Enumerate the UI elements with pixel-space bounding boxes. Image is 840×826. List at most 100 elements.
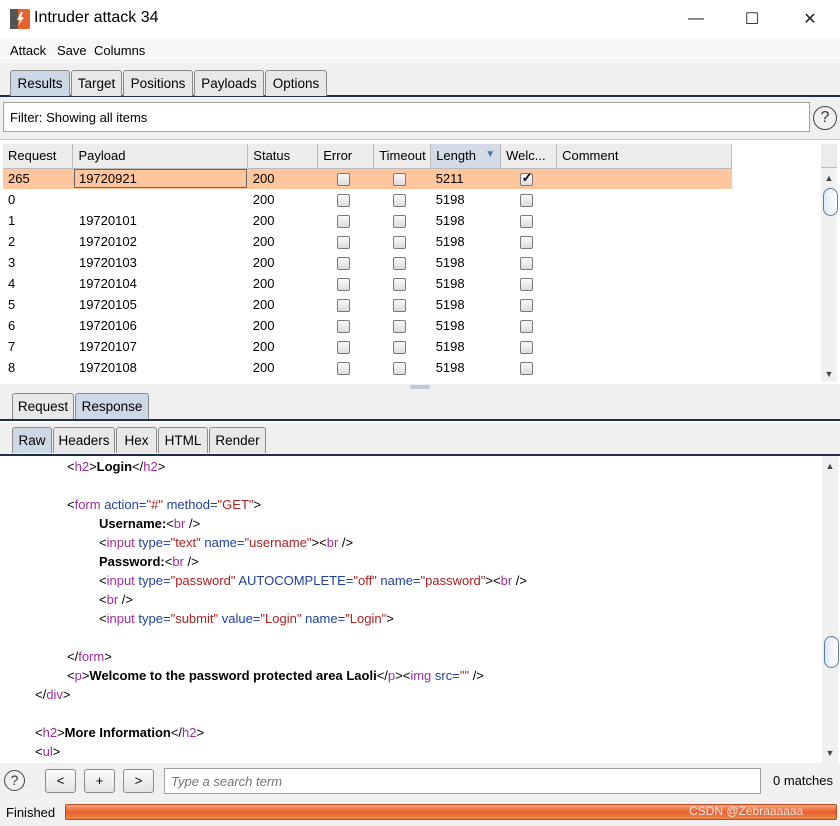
filter-bar[interactable]: Filter: Showing all items (3, 102, 810, 132)
scroll-down-arrow-icon[interactable]: ▼ (821, 366, 837, 382)
table-row[interactable]: 6 19720106 200 5198 (3, 315, 732, 336)
tab-html[interactable]: HTML (158, 427, 208, 453)
checkbox-icon[interactable] (336, 215, 350, 229)
minimize-button[interactable]: — (667, 0, 725, 38)
table-scrollbar[interactable]: ▲ ▼ (821, 144, 838, 382)
next-match-button[interactable]: > (123, 769, 154, 793)
menu-save[interactable]: Save (57, 43, 87, 58)
checkbox-icon[interactable] (336, 341, 350, 355)
column-header-payload[interactable]: Payload (72, 144, 249, 169)
tab-positions[interactable]: Positions (123, 70, 193, 96)
checkbox-icon[interactable] (392, 257, 406, 271)
splitter-grip-icon[interactable] (410, 385, 430, 389)
tab-results[interactable]: Results (10, 70, 70, 96)
maximize-button[interactable]: ☐ (723, 0, 781, 38)
menu-attack[interactable]: Attack (10, 43, 46, 58)
table-row[interactable]: 3 19720103 200 5198 (3, 252, 732, 273)
checkbox-icon[interactable] (392, 215, 406, 229)
checkbox-icon[interactable] (519, 215, 533, 229)
help-icon[interactable]: ? (4, 770, 25, 791)
cell-error (317, 168, 374, 189)
cell-length: 5198 (435, 297, 465, 312)
match-count: 0 matches (773, 773, 833, 788)
checkbox-icon[interactable] (336, 173, 350, 187)
search-input[interactable] (164, 768, 761, 794)
tab-render[interactable]: Render (209, 427, 266, 453)
results-table: Request Payload Status Error Timeout Len… (3, 144, 732, 378)
checkbox-icon[interactable] (519, 257, 533, 271)
checkbox-icon[interactable] (336, 194, 350, 208)
checkbox-icon[interactable] (392, 194, 406, 208)
table-row[interactable]: 0 200 5198 (3, 189, 732, 210)
checkbox-icon[interactable] (392, 299, 406, 313)
tab-headers[interactable]: Headers (53, 427, 115, 453)
checkbox-icon[interactable] (392, 278, 406, 292)
tab-options[interactable]: Options (265, 70, 327, 96)
checkbox-icon[interactable] (336, 236, 350, 250)
checkbox-icon[interactable] (519, 320, 533, 334)
checkbox-icon[interactable] (336, 362, 350, 376)
checkbox-icon[interactable] (519, 341, 533, 355)
checkbox-icon[interactable] (519, 362, 533, 376)
tab-response[interactable]: Response (75, 393, 149, 419)
cell-comment (557, 231, 732, 252)
checkbox-icon[interactable] (519, 170, 533, 187)
scroll-up-arrow-icon[interactable]: ▲ (822, 458, 838, 474)
close-button[interactable]: ✕ (781, 0, 839, 38)
table-row[interactable]: 8 19720108 200 5198 (3, 357, 732, 378)
previous-match-button[interactable]: < (45, 769, 76, 793)
tab-target[interactable]: Target (71, 70, 122, 96)
tab-hex[interactable]: Hex (116, 427, 157, 453)
table-row[interactable]: 4 19720104 200 5198 (3, 273, 732, 294)
checkbox-icon[interactable] (392, 320, 406, 334)
cell-timeout (374, 189, 431, 210)
scroll-down-arrow-icon[interactable]: ▼ (822, 745, 838, 761)
response-raw-editor[interactable]: <h2>Login</h2> <form action="#" method="… (0, 456, 840, 763)
checkbox-icon[interactable] (519, 278, 533, 292)
checkbox-icon[interactable] (392, 236, 406, 250)
column-header-comment[interactable]: Comment (556, 144, 732, 169)
search-bar: ? < + > 0 matches (0, 763, 840, 799)
cell-length: 5198 (435, 318, 465, 333)
table-scroll-thumb[interactable] (823, 188, 838, 216)
table-row[interactable]: 265 19720921 200 5211 (3, 168, 732, 189)
help-icon[interactable]: ? (813, 106, 837, 130)
pane-splitter[interactable] (0, 384, 840, 392)
checkbox-icon[interactable] (392, 362, 406, 376)
column-header-timeout[interactable]: Timeout (373, 144, 432, 169)
checkbox-icon[interactable] (336, 257, 350, 271)
cell-payload: 19720104 (78, 276, 137, 291)
code-scrollbar[interactable]: ▲ ▼ (822, 456, 839, 763)
checkbox-icon[interactable] (336, 320, 350, 334)
table-row[interactable]: 1 19720101 200 5198 (3, 210, 732, 231)
column-header-error[interactable]: Error (317, 144, 375, 169)
cell-payload (73, 189, 248, 210)
checkbox-icon[interactable] (336, 299, 350, 313)
column-header-status[interactable]: Status (247, 144, 319, 169)
menu-columns[interactable]: Columns (94, 43, 145, 58)
checkbox-icon[interactable] (336, 278, 350, 292)
checkbox-icon[interactable] (519, 194, 533, 208)
checkbox-icon[interactable] (392, 341, 406, 355)
checkbox-icon[interactable] (519, 236, 533, 250)
scroll-up-arrow-icon[interactable]: ▲ (821, 170, 837, 186)
table-row[interactable]: 5 19720105 200 5198 (3, 294, 732, 315)
column-header-length[interactable]: Length ▼ (430, 144, 502, 169)
code-line: Password:<br /> (99, 554, 199, 569)
code-scroll-thumb[interactable] (824, 636, 839, 668)
add-search-button[interactable]: + (84, 769, 115, 793)
main-tabs: Results Target Positions Payloads Option… (0, 63, 840, 97)
cell-comment (557, 315, 732, 336)
cell-status: 200 (252, 297, 275, 312)
cell-timeout (373, 168, 431, 189)
column-header-welcome[interactable]: Welc... (500, 144, 558, 169)
table-row[interactable]: 2 19720102 200 5198 (3, 231, 732, 252)
tab-raw[interactable]: Raw (12, 427, 52, 453)
table-row[interactable]: 7 19720107 200 5198 (3, 336, 732, 357)
tab-payloads[interactable]: Payloads (194, 70, 264, 96)
checkbox-icon[interactable] (392, 173, 406, 187)
code-line: <br /> (99, 592, 133, 607)
column-header-request[interactable]: Request (3, 144, 74, 169)
tab-request[interactable]: Request (12, 393, 74, 419)
checkbox-icon[interactable] (519, 299, 533, 313)
